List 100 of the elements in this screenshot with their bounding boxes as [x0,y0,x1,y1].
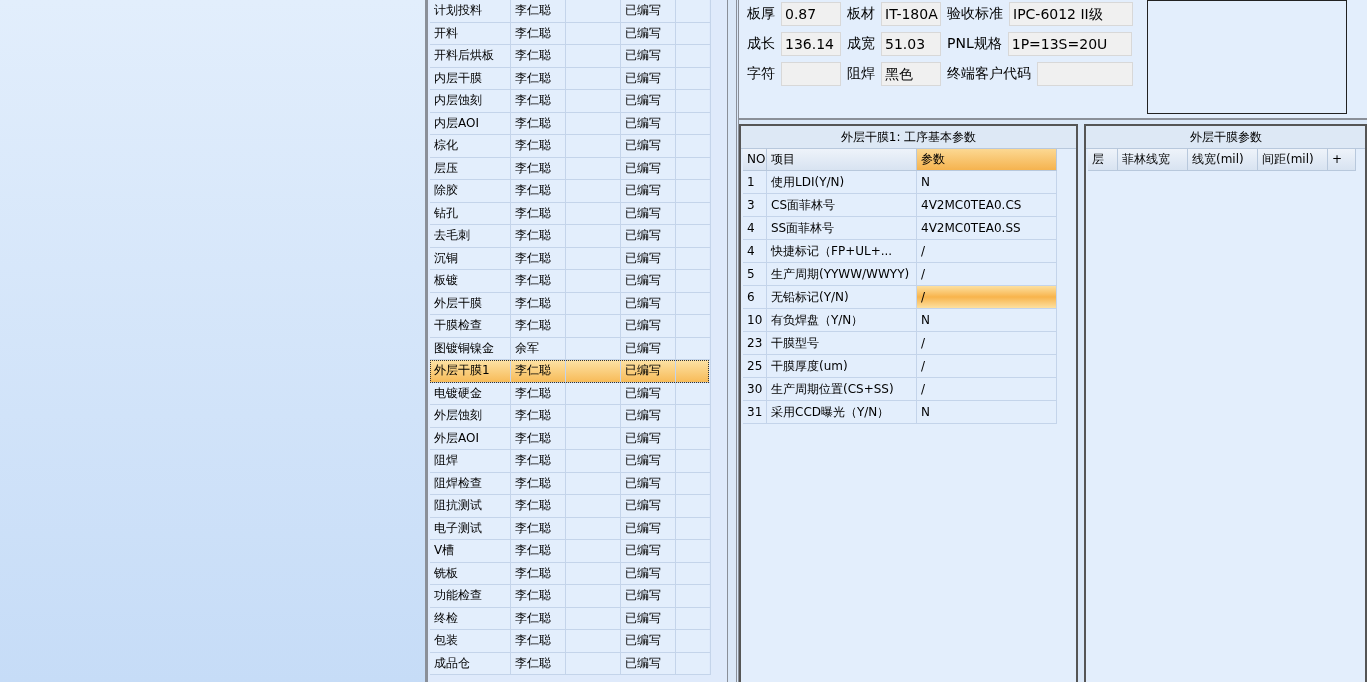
person-cell: 李仁聪 [511,270,566,293]
status-cell: 已编写 [621,315,676,338]
item-cell: CS面菲林号 [767,194,917,217]
item-cell: SS面菲林号 [767,217,917,240]
column-header[interactable]: 层 [1088,149,1118,171]
process-name-cell: 阻焊 [430,450,511,473]
value-field[interactable]: 136.14 [781,32,841,56]
value-cell[interactable]: N [917,171,1057,194]
column-header[interactable]: 项目 [767,149,917,171]
column-header[interactable]: + [1328,149,1356,171]
process-row[interactable]: 内层AOI 李仁聪 已编写 [430,112,709,135]
column-header[interactable]: 间距(mil) [1258,149,1328,171]
process-row[interactable]: 图镀铜镍金 余军 已编写 [430,337,709,360]
item-cell: 无铅标记(Y/N) [767,286,917,309]
status-cell: 已编写 [621,585,676,608]
value-cell[interactable]: / [917,286,1057,309]
person-cell: 李仁聪 [511,652,566,675]
process-row[interactable]: 阻抗测试 李仁聪 已编写 [430,495,709,518]
value-cell[interactable]: / [917,378,1057,401]
status-cell: 已编写 [621,225,676,248]
process-name-cell: 外层干膜1 [430,360,511,383]
column-header[interactable]: 线宽(mil) [1188,149,1258,171]
status-cell: 已编写 [621,180,676,203]
field-label: 成宽 [847,35,875,53]
status-cell: 已编写 [621,45,676,68]
process-row[interactable]: 外层AOI 李仁聪 已编写 [430,427,709,450]
process-row[interactable]: V槽 李仁聪 已编写 [430,540,709,563]
number-cell: 3 [743,194,767,217]
person-cell: 李仁聪 [511,450,566,473]
person-cell: 李仁聪 [511,405,566,428]
process-row[interactable]: 内层干膜 李仁聪 已编写 [430,67,709,90]
number-cell: 6 [743,286,767,309]
value-cell[interactable]: / [917,240,1057,263]
status-cell: 已编写 [621,135,676,158]
value-cell[interactable]: 4V2MC0TEA0.SS [917,217,1057,240]
value-cell[interactable]: / [917,332,1057,355]
value-field[interactable]: 0.87 [781,2,841,26]
field-label: 验收标准 [947,5,1003,23]
person-cell: 李仁聪 [511,360,566,383]
status-cell: 已编写 [621,360,676,383]
column-header[interactable]: 参数 [917,149,1057,171]
process-row[interactable]: 包装 李仁聪 已编写 [430,630,709,653]
field-label: 字符 [747,65,775,83]
number-cell: 10 [743,309,767,332]
value-field[interactable]: 1P=13S=20U [1007,32,1132,56]
status-cell: 已编写 [621,405,676,428]
process-row[interactable]: 铣板 李仁聪 已编写 [430,562,709,585]
status-cell: 已编写 [621,0,676,23]
status-cell: 已编写 [621,90,676,113]
value-field[interactable]: IPC-6012 II级 [1009,2,1133,26]
value-field[interactable]: 黑色 [881,62,941,86]
item-cell: 快捷标记（FP+UL+... [767,240,917,263]
process-row[interactable]: 开料后烘板 李仁聪 已编写 [430,45,709,68]
process-row[interactable]: 计划投料 李仁聪 已编写 [430,0,709,23]
process-row[interactable]: 外层干膜1 李仁聪 已编写 [430,360,709,383]
value-cell[interactable]: N [917,309,1057,332]
item-cell: 有负焊盘（Y/N） [767,309,917,332]
value-field[interactable] [1037,62,1133,86]
number-cell: 4 [743,240,767,263]
value-field[interactable]: IT-180A [881,2,941,26]
process-row[interactable]: 沉铜 李仁聪 已编写 [430,247,709,270]
value-cell[interactable]: / [917,263,1057,286]
process-row[interactable]: 内层蚀刻 李仁聪 已编写 [430,90,709,113]
field-label: PNL规格 [947,35,1002,53]
item-cell: 干膜厚度(um) [767,355,917,378]
person-cell: 李仁聪 [511,0,566,23]
field-label: 成长 [747,35,775,53]
value-cell[interactable]: N [917,401,1057,424]
value-cell[interactable]: 4V2MC0TEA0.CS [917,194,1057,217]
item-cell: 生产周期(YYWW/WWYY) [767,263,917,286]
process-row[interactable]: 外层干膜 李仁聪 已编写 [430,292,709,315]
process-row[interactable]: 开料 李仁聪 已编写 [430,22,709,45]
process-row[interactable]: 阻焊 李仁聪 已编写 [430,450,709,473]
panel-title: 外层干膜1: 工序基本参数 [741,126,1076,149]
process-row[interactable]: 电镀硬金 李仁聪 已编写 [430,382,709,405]
process-name-cell: 外层蚀刻 [430,405,511,428]
process-row[interactable]: 去毛刺 李仁聪 已编写 [430,225,709,248]
column-header[interactable]: NO [743,149,767,171]
status-cell: 已编写 [621,652,676,675]
process-row[interactable]: 棕化 李仁聪 已编写 [430,135,709,158]
person-cell: 李仁聪 [511,45,566,68]
process-row[interactable]: 除胶 李仁聪 已编写 [430,180,709,203]
person-cell: 李仁聪 [511,225,566,248]
process-row[interactable]: 板镀 李仁聪 已编写 [430,270,709,293]
process-row[interactable]: 成品仓 李仁聪 已编写 [430,652,709,675]
process-row[interactable]: 层压 李仁聪 已编写 [430,157,709,180]
process-row[interactable]: 电子测试 李仁聪 已编写 [430,517,709,540]
column-header[interactable]: 菲林线宽 [1118,149,1188,171]
value-field[interactable]: 51.03 [881,32,941,56]
process-name-cell: 干膜检查 [430,315,511,338]
field-label: 阻焊 [847,65,875,83]
process-row[interactable]: 钻孔 李仁聪 已编写 [430,202,709,225]
value-cell[interactable]: / [917,355,1057,378]
process-row[interactable]: 外层蚀刻 李仁聪 已编写 [430,405,709,428]
value-field[interactable] [781,62,841,86]
process-name-cell: 阻抗测试 [430,495,511,518]
process-row[interactable]: 阻焊检查 李仁聪 已编写 [430,472,709,495]
process-row[interactable]: 终检 李仁聪 已编写 [430,607,709,630]
process-row[interactable]: 功能检查 李仁聪 已编写 [430,585,709,608]
process-row[interactable]: 干膜检查 李仁聪 已编写 [430,315,709,338]
